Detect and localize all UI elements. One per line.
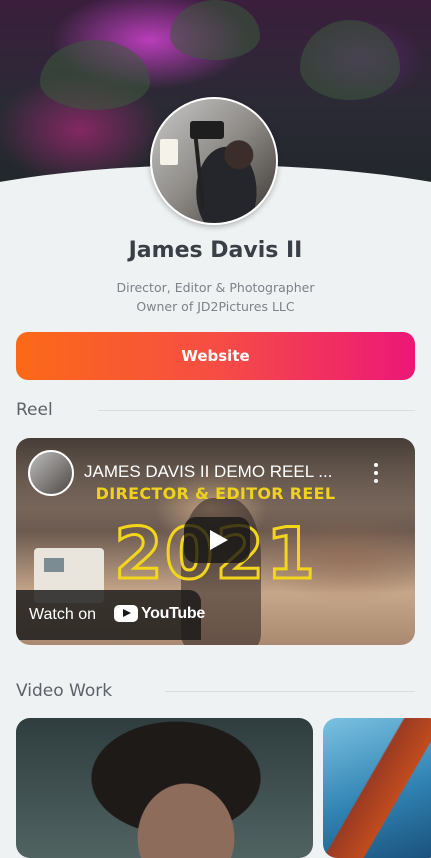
hero-foliage (300, 20, 400, 100)
profile-subtitle-line1: Director, Editor & Photographer (116, 280, 315, 295)
video-work-card[interactable] (323, 718, 431, 858)
hero-foliage (40, 40, 150, 110)
youtube-wordmark: YouTube (141, 605, 205, 622)
reel-video-player[interactable]: DIRECTOR & EDITOR REEL 2021 JAMES DAVIS … (16, 438, 415, 645)
video-overlay-subtitle: DIRECTOR & EDITOR REEL (95, 484, 336, 503)
section-divider (98, 410, 415, 411)
channel-avatar[interactable] (28, 450, 74, 496)
play-icon (210, 530, 228, 550)
watch-on-youtube-button[interactable]: Watch on YouTube (16, 590, 205, 640)
video-title[interactable]: JAMES DAVIS II DEMO REEL ... (84, 462, 374, 482)
youtube-logo-icon (114, 605, 138, 622)
avatar-light (160, 139, 178, 165)
more-options-icon[interactable] (368, 460, 384, 486)
section-divider (165, 691, 415, 692)
section-title-reel: Reel (16, 400, 53, 420)
profile-subtitle-line2: Owner of JD2Pictures LLC (136, 299, 295, 314)
website-button[interactable]: Website (16, 332, 415, 380)
avatar-tripod (192, 129, 206, 209)
video-work-card[interactable] (16, 718, 313, 858)
hero-foliage (170, 0, 260, 60)
profile-name: James Davis II (128, 238, 303, 263)
watch-on-label: Watch on (29, 606, 96, 623)
avatar-camera (190, 121, 224, 139)
avatar (150, 97, 278, 225)
section-title-video-work: Video Work (16, 681, 113, 701)
play-button[interactable] (184, 517, 250, 563)
